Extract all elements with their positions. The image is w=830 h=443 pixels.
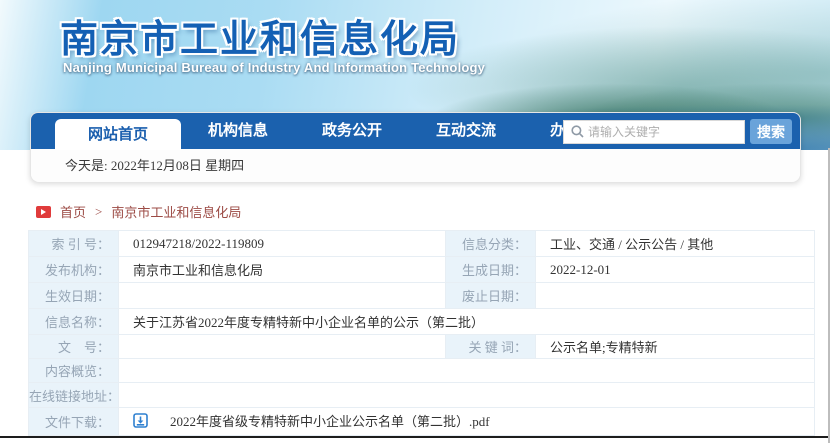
table-row: 索 引 号： 012947218/2022-119809 信息分类： 工业、交通… [28,230,815,257]
tab-gov-disclosure[interactable]: 政务公开 [295,113,409,149]
effective-date-value [118,282,446,309]
table-row: 文 号： 关 键 词： 公示名单;专精特新 [28,334,815,359]
search-button[interactable]: 搜索 [750,119,792,144]
pdf-download-link[interactable]: 2022年度省级专精特新中小企业公示名单（第二批）.pdf [133,411,490,430]
table-row: 生效日期： 废止日期： [28,282,815,309]
index-number-label: 索 引 号： [28,230,119,257]
tab-home[interactable]: 网站首页 [55,119,182,150]
table-row: 文件下载： 2022年度省级专精特新中小企业公示名单（第二批）.pdf [28,407,815,436]
publisher-value: 南京市工业和信息化局 [118,256,446,283]
info-category-label: 信息分类： [445,230,536,257]
keywords-value: 公示名单;专精特新 [535,334,815,359]
generate-date-label: 生成日期： [445,256,536,283]
online-link-label: 在线链接地址： [28,382,119,408]
download-icon [133,413,148,428]
tab-interaction[interactable]: 互动交流 [409,113,523,149]
doc-number-value [118,334,446,359]
breadcrumb-icon [36,205,51,218]
info-name-value: 关于江苏省2022年度专精特新中小企业名单的公示（第二批） [118,308,815,335]
file-download-cell: 2022年度省级专精特新中小企业公示名单（第二批）.pdf [118,407,815,436]
content-overview-value [118,358,815,383]
info-name-label: 信息名称： [28,308,119,335]
site-title: 南京市工业和信息化局 [60,19,461,61]
search-field [563,119,745,144]
abolish-date-value [535,282,815,309]
doc-number-label: 文 号： [28,334,119,359]
keywords-label: 关 键 词： [445,334,536,359]
file-download-label: 文件下载： [28,407,119,436]
breadcrumb-current[interactable]: 南京市工业和信息化局 [111,202,241,221]
date-bar: 今天是: 2022年12月08日 星期四 [31,149,800,182]
search-input[interactable] [588,124,728,139]
table-row: 内容概览： [28,358,815,383]
table-row: 在线链接地址： [28,382,815,408]
table-row: 发布机构： 南京市工业和信息化局 生成日期： 2022-12-01 [28,256,815,283]
info-table: 索 引 号： 012947218/2022-119809 信息分类： 工业、交通… [28,230,815,436]
search-box: 搜索 [563,119,792,144]
page: 南京市工业和信息化局 Nanjing Municipal Bureau of I… [0,0,830,443]
site-subtitle: Nanjing Municipal Bureau of Industry And… [63,60,486,75]
breadcrumb-separator: > [95,203,103,219]
abolish-date-label: 废止日期： [445,282,536,309]
breadcrumb-home[interactable]: 首页 [60,202,86,221]
pdf-file-name: 2022年度省级专精特新中小企业公示名单（第二批）.pdf [170,414,490,429]
index-number-value: 012947218/2022-119809 [118,230,446,257]
table-row: 信息名称： 关于江苏省2022年度专精特新中小企业名单的公示（第二批） [28,308,815,335]
main-nav: 网站首页 机构信息 政务公开 互动交流 办事服务 搜索 [31,113,800,150]
effective-date-label: 生效日期： [28,282,119,309]
online-link-value [118,382,815,408]
info-category-value: 工业、交通 / 公示公告 / 其他 [535,230,815,257]
window-bottom-gap [0,438,830,443]
nav-card: 网站首页 机构信息 政务公开 互动交流 办事服务 搜索 今天是: 2022年12… [30,112,801,182]
breadcrumb: 首页 > 南京市工业和信息化局 [36,202,241,221]
tab-org-info[interactable]: 机构信息 [181,113,295,149]
generate-date-value: 2022-12-01 [535,256,815,283]
search-icon [571,125,584,138]
content-overview-label: 内容概览： [28,358,119,383]
publisher-label: 发布机构： [28,256,119,283]
